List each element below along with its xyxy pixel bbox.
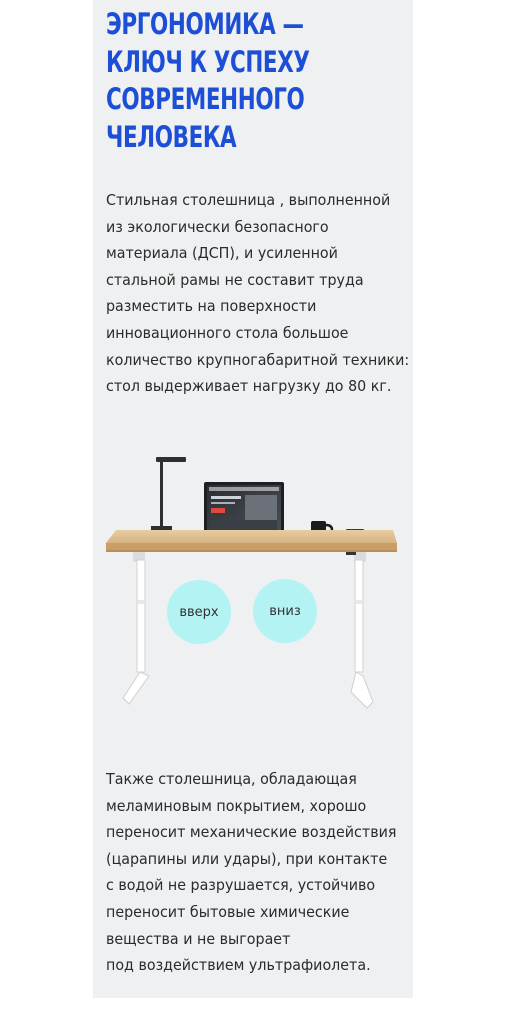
desk-image	[106, 457, 397, 709]
lower-desk-button[interactable]: вниз	[253, 579, 317, 643]
paragraph-line: с водой не разрушается, устойчиво	[106, 876, 376, 895]
paragraph-line: переносит бытовые химические	[106, 902, 350, 921]
heading-line: ключ к успеху	[106, 44, 310, 79]
desk-frame	[122, 552, 374, 709]
paragraph-line: разместить на поверхности	[106, 297, 317, 316]
paragraph-line: из экологически безопасного	[106, 217, 329, 236]
raise-desk-label: вверх	[179, 604, 219, 620]
lower-desk-label: вниз	[269, 603, 301, 619]
paragraph-line: количество крупногабаритной техники:	[106, 350, 410, 369]
description-paragraph: Стильная столешница , выполненной из эко…	[106, 187, 410, 400]
tabletop	[106, 530, 397, 552]
paragraph-line: стальной рамы не составит труда	[106, 270, 364, 289]
paragraph-line: вещества и не выгорает	[106, 929, 291, 948]
section-heading: Эргономика — ключ к успеху современного …	[106, 6, 328, 156]
paragraph-line: переносит механические воздействия	[106, 823, 397, 842]
paragraph-line: под воздействием ультрафиолета.	[106, 956, 371, 975]
heading-line: Эргономика —	[106, 7, 304, 41]
coating-paragraph: Также столешница, обладающая меламиновым…	[106, 766, 406, 979]
paragraph-line: Стильная столешница , выполненной	[106, 191, 391, 209]
paragraph-line: материала (ДСП), и усиленной	[106, 244, 338, 263]
heading-line: человека	[106, 119, 237, 154]
desk-illustration: вверх вниз	[93, 440, 413, 730]
paragraph-line: меламиновым покрытием, хорошо	[106, 796, 367, 815]
paragraph-line: стол выдерживает нагрузку до 80 кг.	[106, 377, 392, 396]
desk-lamp	[151, 457, 186, 532]
paragraph-line: (царапины или удары), при контакте	[106, 849, 388, 868]
paragraph-line: Также столешница, обладающая	[106, 770, 357, 788]
raise-desk-button[interactable]: вверх	[167, 580, 231, 644]
heading-line: современного	[106, 82, 305, 116]
paragraph-line: инновационного стола большое	[106, 323, 349, 342]
